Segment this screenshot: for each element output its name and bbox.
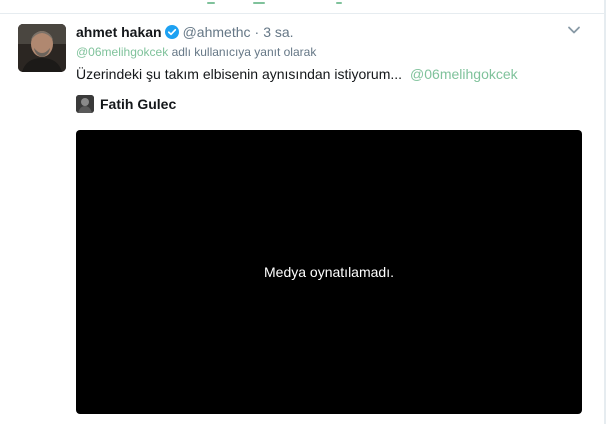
tweet-text: Üzerindeki şu takım elbisenin aynısından… (76, 66, 518, 82)
separator-dot: · (254, 24, 260, 40)
tweet-timestamp[interactable]: 3 sa. (263, 24, 293, 40)
green-indicator-dash (336, 2, 342, 4)
reply-context-label: adlı kullanıcıya yanıt olarak (168, 45, 317, 59)
avatar-photo-icon (18, 24, 66, 72)
reply-mention-link[interactable]: @06melihgokcek (76, 45, 168, 59)
reply-context: @06melihgokcek adlı kullanıcıya yanıt ol… (76, 45, 316, 59)
author-avatar[interactable] (18, 24, 66, 72)
verified-badge-icon (164, 25, 179, 39)
attribution-avatar-icon (76, 95, 94, 113)
chevron-down-icon[interactable] (567, 23, 581, 37)
media-attribution[interactable]: Fatih Gulec (76, 94, 176, 114)
media-player[interactable]: Medya oynatılamadı. (76, 130, 582, 414)
media-error-message: Medya oynatılamadı. (264, 264, 394, 280)
author-name[interactable]: ahmet hakan (76, 24, 162, 40)
tweet-mention-link[interactable]: @06melihgokcek (410, 66, 518, 82)
green-indicator-dash (253, 2, 265, 4)
previous-tweet-bottom (0, 0, 606, 14)
author-handle[interactable]: @ahmethc (183, 24, 251, 40)
tweet-body: Üzerindeki şu takım elbisenin aynısından… (76, 66, 403, 82)
tweet-header: ahmet hakan @ahmethc · 3 sa. (76, 23, 294, 41)
green-indicator-dash (207, 2, 215, 4)
attribution-name: Fatih Gulec (100, 96, 177, 112)
